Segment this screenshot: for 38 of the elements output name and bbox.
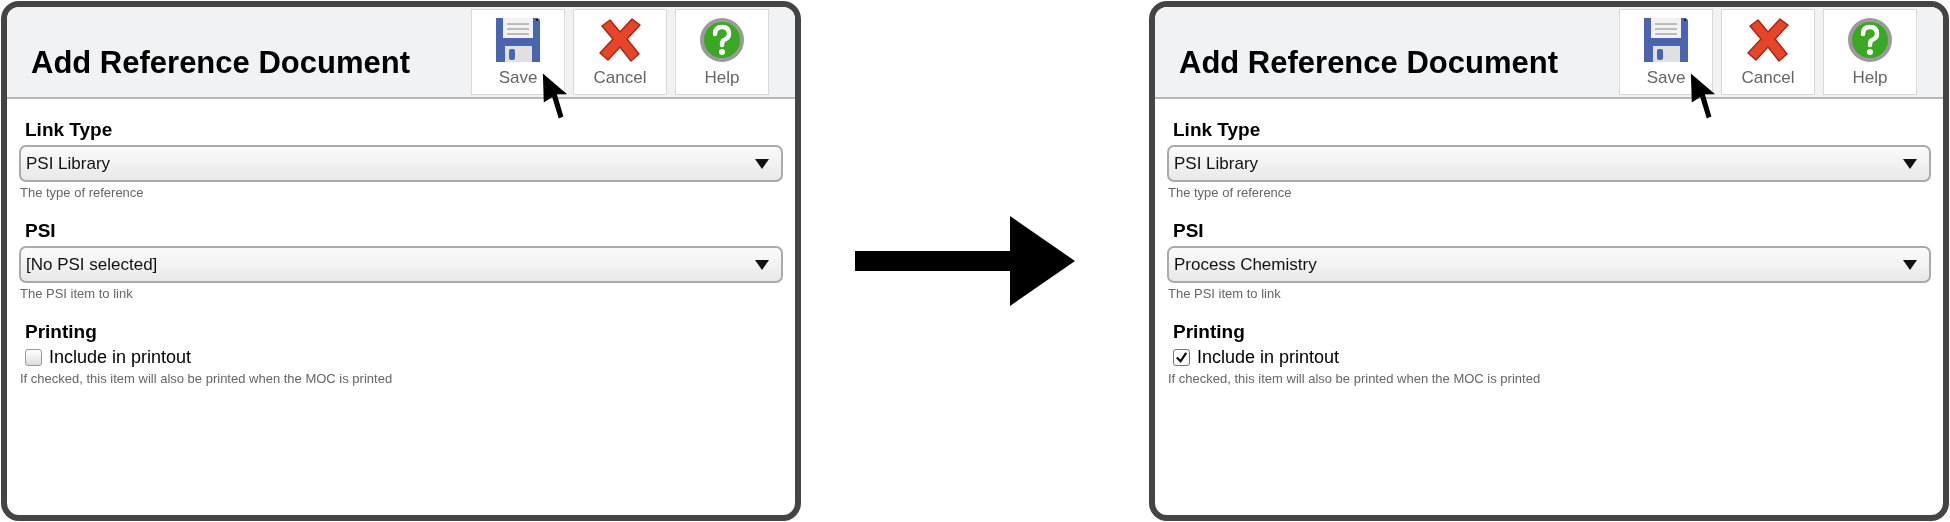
cancel-icon	[1744, 16, 1792, 64]
dialog-title: Add Reference Document	[31, 45, 410, 81]
field-label: PSI	[1173, 220, 1205, 242]
help-button[interactable]: Help	[1823, 9, 1917, 95]
checkbox[interactable]	[1173, 349, 1190, 366]
dropdown-field[interactable]: PSI Library	[1167, 145, 1931, 182]
checkbox[interactable]	[25, 349, 42, 366]
save-button[interactable]: Save	[471, 9, 565, 95]
dropdown-caret-icon	[755, 259, 769, 270]
help-text: The PSI item to link	[1168, 286, 1282, 301]
help-text: If checked, this item will also be printed when the MOC is printed	[1168, 371, 1542, 386]
dropdown-field[interactable]: [No PSI selected]	[19, 246, 783, 283]
help-text: The type of reference	[1168, 185, 1293, 200]
checkbox-label: Include in printout	[1197, 347, 1340, 368]
mouse-cursor-icon	[541, 71, 569, 121]
field-label: Printing	[25, 321, 98, 343]
dropdown-field[interactable]: Process Chemistry	[1167, 246, 1931, 283]
dropdown-caret-icon	[1903, 158, 1917, 169]
dropdown-caret-icon	[755, 158, 769, 169]
help-icon	[1846, 16, 1894, 64]
cancel-icon	[596, 16, 644, 64]
help-text: The PSI item to link	[20, 286, 134, 301]
help-button[interactable]: Help	[675, 9, 769, 95]
dialog-title: Add Reference Document	[1179, 45, 1558, 81]
mouse-cursor-icon	[1689, 71, 1717, 121]
dropdown-field[interactable]: PSI Library	[19, 145, 783, 182]
dropdown-caret-icon	[1903, 259, 1917, 270]
cancel-button[interactable]: Cancel	[1721, 9, 1815, 95]
help-text: If checked, this item will also be printed when the MOC is printed	[20, 371, 394, 386]
help-text: The type of reference	[20, 185, 145, 200]
field-label: PSI	[25, 220, 57, 242]
help-icon	[698, 16, 746, 64]
cancel-button[interactable]: Cancel	[573, 9, 667, 95]
field-label: Printing	[1173, 321, 1246, 343]
field-label: Link Type	[25, 119, 114, 141]
save-button[interactable]: Save	[1619, 9, 1713, 95]
checkbox-label: Include in printout	[49, 347, 192, 368]
field-label: Link Type	[1173, 119, 1262, 141]
